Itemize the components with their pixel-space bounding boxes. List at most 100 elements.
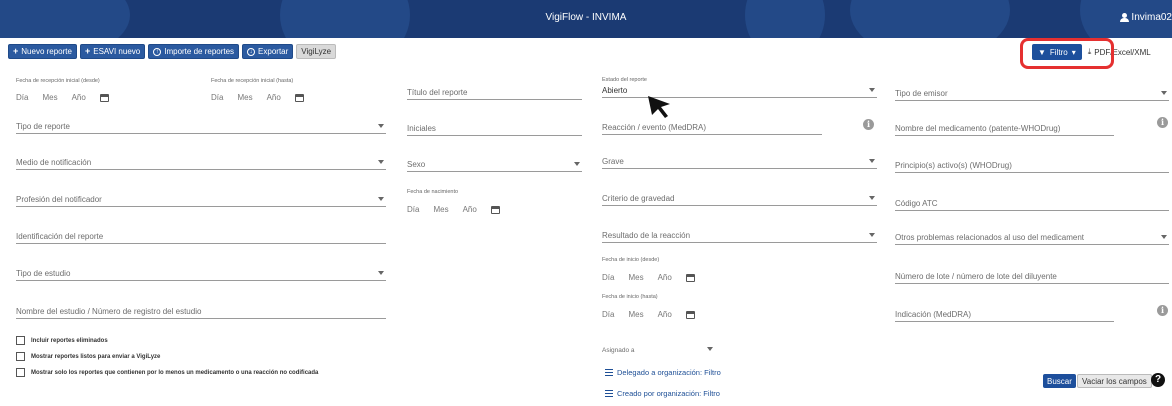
day-field[interactable]: Día (407, 205, 419, 214)
study-type-select[interactable]: Tipo de estudio (16, 265, 386, 281)
onset-from-date[interactable]: Día Mes Año (602, 273, 695, 282)
import-reports-label: Importe de reportes (164, 47, 235, 56)
indication-meddra-input[interactable]: Indicación (MedDRA) (895, 306, 1114, 322)
export-icon: ↓ (247, 47, 256, 56)
study-name-placeholder: Nombre del estudio / Número de registro … (16, 307, 202, 316)
calendar-icon[interactable] (99, 93, 109, 102)
delegated-org-filter-link[interactable]: Delegado a organización: Filtro (605, 368, 721, 377)
chevron-down-icon (707, 347, 713, 351)
help-icon[interactable]: ? (1151, 373, 1165, 387)
active-ingredient-input[interactable]: Principio(s) activo(s) (WHODrug) (895, 157, 1169, 173)
day-field[interactable]: Día (602, 273, 614, 282)
issuer-type-select[interactable]: Tipo de emisor (895, 85, 1169, 101)
checkbox-box[interactable] (16, 352, 25, 361)
day-field[interactable]: Día (16, 93, 28, 102)
list-icon (605, 390, 613, 397)
user-name: Invima02 (1131, 12, 1172, 23)
received-from-label: Fecha de recepción inicial (desde) (16, 78, 100, 84)
reaction-outcome-select[interactable]: Resultado de la reacción (602, 227, 877, 243)
notifier-profession-placeholder: Profesión del notificador (16, 195, 102, 204)
search-button[interactable]: Buscar (1043, 374, 1076, 388)
year-field[interactable]: Año (72, 93, 86, 102)
calendar-icon[interactable] (685, 310, 695, 319)
sex-select[interactable]: Sexo (407, 156, 582, 172)
uncoded-only-label: Mostrar solo los reportes que contienen … (31, 369, 319, 376)
day-field[interactable]: Día (211, 93, 223, 102)
new-report-button[interactable]: + Nuevo reporte (8, 44, 77, 59)
info-icon[interactable]: i (863, 119, 874, 130)
calendar-icon[interactable] (685, 273, 695, 282)
atc-code-placeholder: Código ATC (895, 199, 938, 208)
year-field[interactable]: Año (658, 310, 672, 319)
sex-placeholder: Sexo (407, 160, 426, 169)
received-to-date[interactable]: Día Mes Año (211, 93, 304, 102)
study-type-placeholder: Tipo de estudio (16, 269, 71, 278)
report-id-input[interactable]: Identificación del reporte (16, 228, 386, 244)
chevron-down-icon (869, 159, 875, 163)
info-icon[interactable]: i (1157, 117, 1168, 128)
report-type-select[interactable]: Tipo de reporte (16, 118, 386, 134)
notifier-profession-select[interactable]: Profesión del notificador (16, 191, 386, 207)
birth-date[interactable]: Día Mes Año (407, 205, 500, 214)
import-reports-button[interactable]: ↑ Importe de reportes (148, 44, 240, 59)
onset-to-label: Fecha de inicio (hasta) (602, 294, 658, 300)
month-field[interactable]: Mes (628, 310, 643, 319)
reaction-meddra-input[interactable]: Reacción / evento (MedDRA) (602, 119, 822, 135)
year-field[interactable]: Año (463, 205, 477, 214)
ready-to-send-checkbox[interactable]: Mostrar reportes listos para enviar a Vi… (16, 352, 160, 361)
chevron-down-icon (869, 88, 875, 92)
chevron-down-icon (574, 162, 580, 166)
month-field[interactable]: Mes (628, 273, 643, 282)
toolbar: + Nuevo reporte + ESAVI nuevo ↑ Importe … (8, 44, 337, 59)
user-icon (1120, 13, 1130, 22)
seriousness-criteria-select[interactable]: Criterio de gravedad (602, 190, 877, 206)
checkbox-box[interactable] (16, 368, 25, 377)
serious-placeholder: Grave (602, 157, 624, 166)
report-title-input[interactable]: Título del reporte (407, 84, 582, 100)
month-field[interactable]: Mes (433, 205, 448, 214)
serious-select[interactable]: Grave (602, 153, 877, 169)
export-button[interactable]: ↓ Exportar (242, 44, 294, 59)
user-menu[interactable]: Invima02 (1120, 12, 1172, 23)
month-field[interactable]: Mes (42, 93, 57, 102)
month-field[interactable]: Mes (237, 93, 252, 102)
ready-to-send-label: Mostrar reportes listos para enviar a Vi… (31, 353, 161, 360)
received-from-date[interactable]: Día Mes Año (16, 93, 109, 102)
clear-fields-button[interactable]: Vaciar los campos (1077, 374, 1152, 388)
year-field[interactable]: Año (267, 93, 281, 102)
onset-from-label: Fecha de inicio (desde) (602, 257, 660, 263)
info-icon[interactable]: i (1157, 305, 1168, 316)
new-esavi-button[interactable]: + ESAVI nuevo (79, 44, 146, 59)
highlight-annotation (1020, 38, 1114, 69)
top-header-bar: VigiFlow - INVIMA Invima02 (0, 0, 1172, 38)
include-deleted-checkbox[interactable]: Incluir reportes eliminados (16, 336, 108, 345)
report-status-select[interactable]: Abierto (602, 82, 877, 98)
created-org-filter-link[interactable]: Creado por organización: Filtro (605, 389, 720, 398)
checkbox-box[interactable] (16, 336, 25, 345)
study-name-input[interactable]: Nombre del estudio / Número de registro … (16, 303, 386, 319)
notification-medium-select[interactable]: Medio de notificación (16, 154, 386, 170)
onset-to-date[interactable]: Día Mes Año (602, 310, 695, 319)
atc-code-input[interactable]: Código ATC (895, 195, 1169, 211)
initials-input[interactable]: Iniciales (407, 120, 582, 136)
calendar-icon[interactable] (490, 205, 500, 214)
drug-name-placeholder: Nombre del medicamento (patente-WHODrug) (895, 124, 1061, 133)
drug-name-input[interactable]: Nombre del medicamento (patente-WHODrug) (895, 120, 1114, 136)
birth-date-label: Fecha de nacimiento (407, 189, 459, 195)
received-to-label: Fecha de recepción inicial (hasta) (211, 78, 294, 84)
vigilyze-button[interactable]: VigiLyze (296, 44, 337, 59)
uncoded-only-checkbox[interactable]: Mostrar solo los reportes que contienen … (16, 368, 318, 377)
calendar-icon[interactable] (294, 93, 304, 102)
report-status-value: Abierto (602, 86, 628, 95)
year-field[interactable]: Año (658, 273, 672, 282)
active-ingredient-placeholder: Principio(s) activo(s) (WHODrug) (895, 161, 1012, 170)
app-title: VigiFlow - INVIMA (545, 12, 627, 23)
delegated-org-label: Delegado a organización: Filtro (617, 368, 721, 377)
initials-placeholder: Iniciales (407, 124, 436, 133)
list-icon (605, 369, 613, 376)
day-field[interactable]: Día (602, 310, 614, 319)
lot-number-input[interactable]: Número de lote / número de lote del dilu… (895, 268, 1169, 284)
other-problems-select[interactable]: Otros problemas relacionados al uso del … (895, 229, 1169, 245)
assigned-to-select[interactable]: Asignado a (602, 342, 715, 356)
new-esavi-label: ESAVI nuevo (93, 47, 141, 56)
